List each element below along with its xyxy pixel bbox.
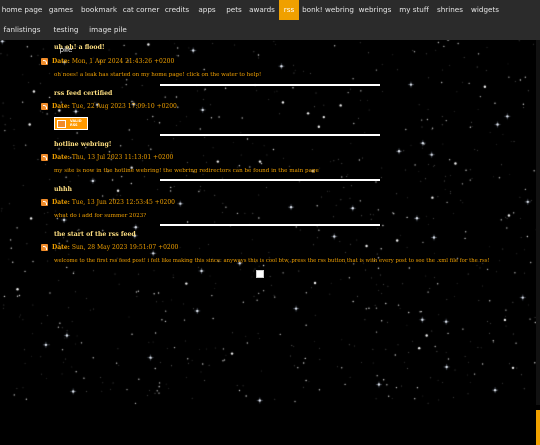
- post-date-row: Date: Thu, 13 Jul 2023 11:13:01 +0200: [41, 154, 173, 161]
- nav-testing-pile[interactable]: testing pile: [46, 20, 86, 54]
- date-label: Date:: [52, 199, 70, 206]
- post-title: the start of the rss feed: [54, 231, 136, 238]
- valid-rss-badge[interactable]: VALID RSS: [54, 117, 88, 130]
- divider: [160, 179, 380, 181]
- post-date: Mon, 1 Apr 2024 21:43:26 +0200: [71, 58, 175, 65]
- post-date: Sun, 28 May 2023 19:51:07 +0200: [71, 244, 179, 251]
- post-date: Tue, 22 Aug 2023 17:09:10 +0200: [71, 103, 177, 110]
- rss-icon[interactable]: [41, 103, 48, 110]
- rss-icon[interactable]: [41, 199, 48, 206]
- post-date-row: Date: Sun, 28 May 2023 19:51:07 +0200: [41, 244, 178, 251]
- nav-games[interactable]: games: [44, 0, 78, 20]
- nav-webrings[interactable]: webrings: [356, 0, 394, 20]
- post-description: what do i add for summer 2023?: [54, 213, 147, 219]
- nav-pets[interactable]: pets: [222, 0, 246, 20]
- date-label: Date:: [52, 154, 70, 161]
- post-description: oh noes! a leak has started on my home p…: [54, 72, 262, 78]
- date-label: Date:: [52, 103, 70, 110]
- rss-icon: [57, 120, 66, 128]
- page-scrollbar[interactable]: [536, 40, 540, 445]
- post-date-row: Date: Tue, 22 Aug 2023 17:09:10 +0200: [41, 103, 177, 110]
- post-title: hotline webring!: [54, 141, 112, 148]
- post-date: Tue, 13 Jun 2023 12:53:45 +0200: [71, 199, 175, 206]
- post-date-row: Date: Tue, 13 Jun 2023 12:53:45 +0200: [41, 199, 175, 206]
- divider: [160, 224, 380, 226]
- divider: [160, 84, 380, 86]
- post-description: my site is now in the hotline webring! t…: [54, 168, 319, 174]
- nav-bookmark[interactable]: bookmark: [78, 0, 120, 20]
- rss-icon[interactable]: [41, 244, 48, 251]
- post-title: uhhh: [54, 186, 72, 193]
- top-navigation: home page games bookmark cat corner cred…: [0, 0, 540, 54]
- broken-image-icon: [256, 270, 264, 278]
- post-date: Thu, 13 Jul 2023 11:13:01 +0200: [71, 154, 174, 161]
- nav-widgets[interactable]: widgets: [468, 0, 502, 20]
- nav-image-pile[interactable]: image pile: [88, 20, 128, 40]
- scrollbar-thumb[interactable]: [536, 410, 540, 445]
- post-description: welcome to the first rss feed post! i fe…: [54, 258, 490, 264]
- nav-cat-corner[interactable]: cat corner: [120, 0, 162, 20]
- badge-label: VALID RSS: [70, 119, 82, 127]
- nav-shrines[interactable]: shrines: [433, 0, 467, 20]
- nav-fanlistings[interactable]: fanlistings: [0, 20, 44, 40]
- rss-icon[interactable]: [41, 154, 48, 161]
- nav-rss[interactable]: rss: [279, 0, 299, 20]
- nav-awards[interactable]: awards: [246, 0, 278, 20]
- nav-home-page[interactable]: home page: [0, 0, 44, 20]
- rss-feed: uh oh! a flood! Date: Mon, 1 Apr 2024 21…: [0, 0, 540, 405]
- nav-my-stuff[interactable]: my stuff: [396, 0, 432, 20]
- rss-icon[interactable]: [41, 58, 48, 65]
- date-label: Date:: [52, 244, 70, 251]
- nav-bonk-webring[interactable]: bonk! webring: [302, 0, 354, 20]
- divider: [160, 134, 380, 136]
- nav-credits[interactable]: credits: [162, 0, 192, 20]
- post-title: rss feed certified: [54, 90, 113, 97]
- nav-apps[interactable]: apps: [192, 0, 222, 20]
